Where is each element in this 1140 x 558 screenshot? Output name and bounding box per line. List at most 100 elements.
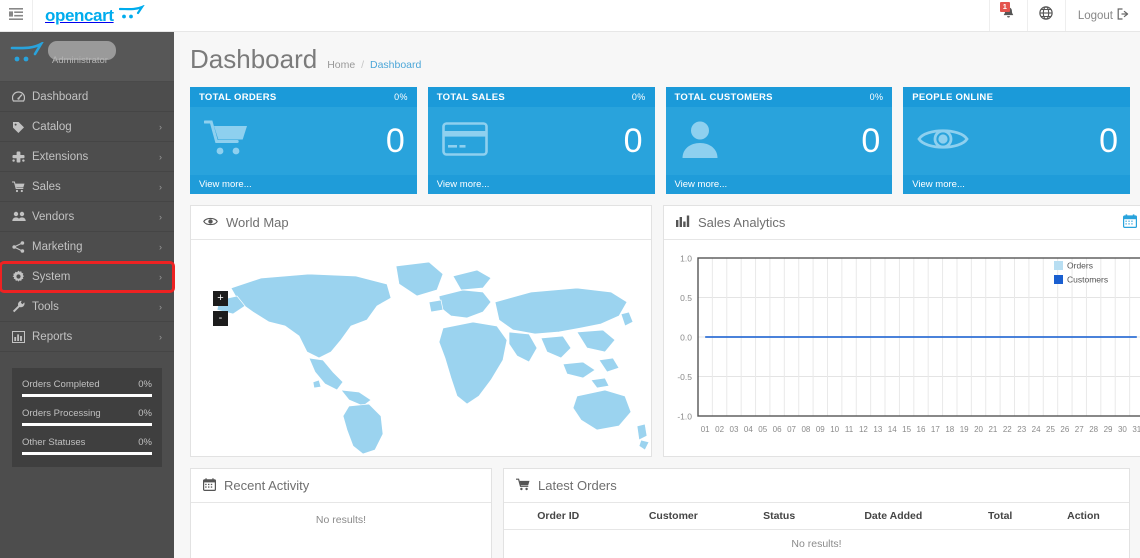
- column-header-total: Total: [962, 503, 1038, 530]
- sidebar-item-extensions[interactable]: Extensions ›: [0, 142, 174, 172]
- x-axis-tick-label: 19: [960, 425, 969, 434]
- tag-icon: [12, 121, 32, 133]
- sidebar-item-system[interactable]: System ›: [0, 261, 175, 293]
- stat-card-total-orders[interactable]: TOTAL ORDERS 0% 0 View more...: [190, 87, 417, 194]
- menu-toggle-button[interactable]: [0, 0, 33, 31]
- dashboard-icon: [12, 91, 32, 102]
- calendar-icon: [1122, 214, 1137, 231]
- sales-analytics-chart[interactable]: 1.0 0.5 0.0 -0.5 -1.0 01 02 03 04 05 06 07 08 09 10 11 1…: [664, 240, 1140, 456]
- sidebar-item-dashboard[interactable]: Dashboard: [0, 82, 174, 112]
- latest-orders-table: Order ID Customer Status Date Added Total Act…: [504, 503, 1129, 558]
- x-axis-tick-label: 03: [730, 425, 739, 434]
- progress-orders-processing: Orders Processing 0%: [22, 408, 152, 426]
- opencart-cart-icon: [10, 40, 45, 71]
- latest-orders-empty: No results!: [791, 538, 842, 550]
- stat-card-body: 0: [190, 107, 417, 175]
- share-icon: [12, 240, 32, 253]
- page-title: Dashboard: [190, 44, 318, 74]
- stat-card-total-sales[interactable]: TOTAL SALES 0% 0 View more...: [427, 87, 655, 194]
- logout-button[interactable]: Logout: [1064, 0, 1140, 31]
- column-header-customer: Customer: [612, 503, 735, 530]
- chevron-right-icon: ›: [159, 151, 162, 162]
- x-axis-tick-label: 13: [873, 425, 882, 434]
- chart-date-range-dropdown[interactable]: ▾: [1122, 214, 1140, 231]
- credit-card-icon: [441, 121, 488, 161]
- world-map-panel: World Map + -: [190, 205, 652, 457]
- user-profile[interactable]: Administrator: [0, 32, 174, 82]
- notification-count-badge: 1: [999, 2, 1010, 12]
- progress-other-statuses: Other Statuses 0%: [22, 437, 152, 455]
- sidebar: Administrator Dashboard Catalog › Extension…: [0, 32, 175, 558]
- x-axis-tick-label: 11: [845, 425, 854, 434]
- breadcrumb-separator: /: [361, 59, 365, 71]
- world-map-svg: [216, 261, 650, 455]
- sidebar-item-label: Reports: [32, 330, 73, 343]
- gear-icon: [12, 270, 32, 283]
- recent-activity-empty: No results!: [315, 514, 367, 526]
- stat-card-body: 0: [903, 107, 1130, 175]
- bar-chart-icon: [676, 215, 690, 230]
- sidebar-item-vendors[interactable]: Vendors ›: [0, 202, 174, 232]
- x-axis-tick-label: 12: [859, 425, 868, 434]
- stat-card-total-customers[interactable]: TOTAL CUSTOMERS 0% 0 View more...: [665, 87, 893, 194]
- chevron-right-icon: ›: [159, 121, 162, 132]
- stat-cards-row: TOTAL ORDERS 0% 0 View more... TOTAL SALES 0%…: [190, 87, 1130, 194]
- sidebar-item-label: Marketing: [32, 240, 83, 253]
- sidebar-item-tools[interactable]: Tools ›: [0, 292, 174, 322]
- progress-label: Orders Completed: [22, 379, 100, 390]
- world-map-canvas[interactable]: + -: [191, 240, 651, 456]
- column-header-order-id: Order ID: [504, 503, 613, 530]
- sidebar-item-label: Sales: [32, 180, 61, 193]
- user-icon: [680, 119, 720, 164]
- user-role-label: Administrator: [52, 55, 108, 66]
- x-axis-tick-label: 17: [931, 425, 940, 434]
- x-axis-tick-label: 31: [1132, 425, 1140, 434]
- stat-card-view-more-link[interactable]: View more...: [190, 175, 417, 194]
- x-axis-tick-label: 22: [1003, 425, 1012, 434]
- x-axis-tick-label: 06: [773, 425, 782, 434]
- progress-track: [22, 452, 152, 455]
- breadcrumb-home[interactable]: Home: [327, 59, 355, 71]
- stat-card-header: TOTAL ORDERS 0%: [190, 87, 417, 107]
- legend-label-orders: Orders: [1067, 261, 1093, 271]
- sales-analytics-panel: Sales Analytics 1.0 0.5 0.0 -0.5 -1.0 01…: [663, 205, 1140, 457]
- map-and-chart-row: World Map + - Sales Analytics 1.0 0.5 0.…: [190, 205, 1140, 457]
- legend-label-customers: Customers: [1067, 275, 1108, 285]
- x-axis-tick-label: 18: [945, 425, 954, 434]
- progress-value: 0%: [138, 437, 152, 448]
- sidebar-item-marketing[interactable]: Marketing ›: [0, 232, 174, 262]
- stat-card-header: PEOPLE ONLINE: [903, 87, 1130, 107]
- eye-icon: [917, 123, 969, 160]
- table-header-row: Order ID Customer Status Date Added Total Act…: [504, 503, 1129, 530]
- shopping-cart-icon: [515, 478, 530, 494]
- progress-header: Orders Processing 0%: [22, 408, 152, 419]
- y-axis-tick-label: -1.0: [677, 412, 692, 422]
- stat-card-body: 0: [428, 107, 655, 175]
- map-zoom-out-button[interactable]: -: [213, 311, 228, 326]
- y-axis-tick-label: 1.0: [680, 254, 692, 264]
- stat-card-view-more-link[interactable]: View more...: [427, 175, 655, 194]
- logout-label: Logout: [1077, 9, 1113, 22]
- stat-card-view-more-link[interactable]: View more...: [903, 175, 1130, 194]
- stat-card-percent: 0%: [631, 92, 646, 102]
- sign-out-icon: [1117, 8, 1130, 23]
- language-button[interactable]: [1026, 0, 1065, 31]
- latest-orders-header: Latest Orders: [504, 469, 1129, 503]
- y-axis-tick-label: 0.0: [680, 333, 692, 343]
- brand-name: opencart: [45, 5, 114, 25]
- breadcrumb-current[interactable]: Dashboard: [370, 59, 421, 71]
- x-axis-tick-label: 16: [917, 425, 926, 434]
- users-icon: [12, 211, 32, 222]
- opencart-logo[interactable]: opencart: [33, 0, 145, 31]
- x-axis-tick-label: 09: [816, 425, 825, 434]
- notifications-button[interactable]: 1: [988, 0, 1027, 31]
- stat-card-view-more-link[interactable]: View more...: [665, 175, 893, 194]
- progress-header: Other Statuses 0%: [22, 437, 152, 448]
- sidebar-item-label: System: [32, 270, 71, 283]
- stat-card-people-online[interactable]: PEOPLE ONLINE 0 View more...: [903, 87, 1130, 194]
- sidebar-item-catalog[interactable]: Catalog ›: [0, 112, 174, 142]
- sidebar-item-sales[interactable]: Sales ›: [0, 172, 174, 202]
- sidebar-item-reports[interactable]: Reports ›: [0, 322, 174, 352]
- chevron-right-icon: ›: [159, 211, 162, 222]
- map-zoom-in-button[interactable]: +: [213, 291, 228, 306]
